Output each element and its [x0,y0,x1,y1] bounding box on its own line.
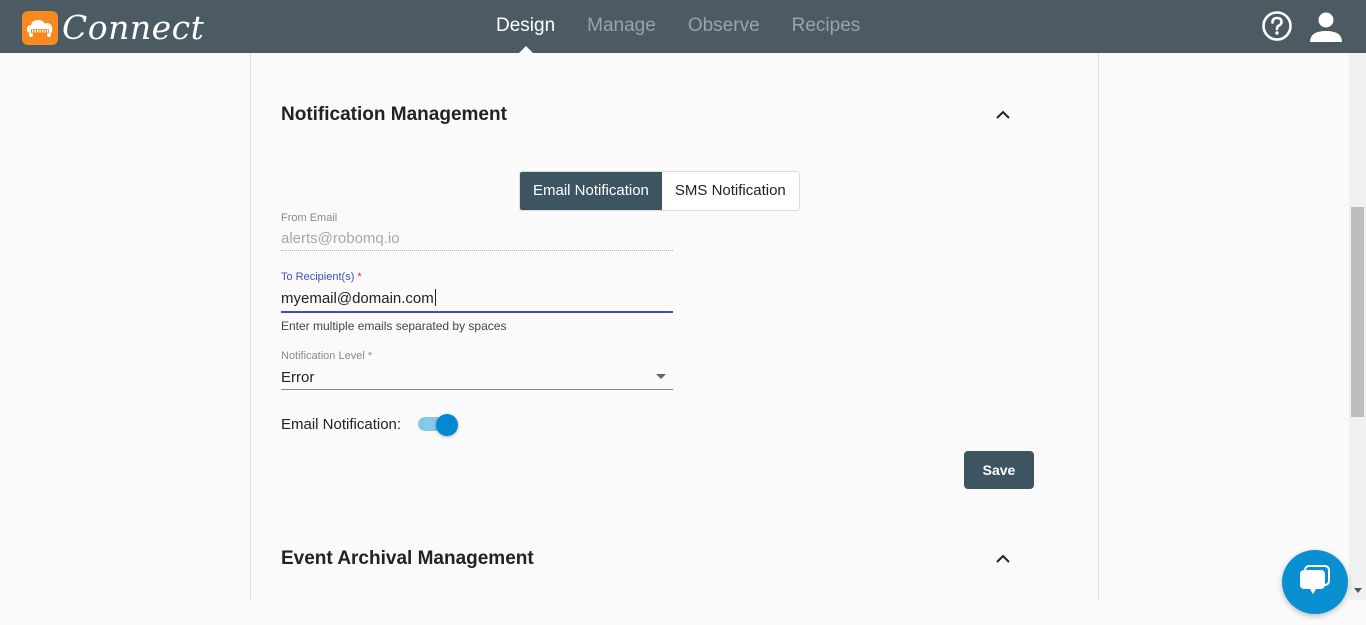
app-name: Connect [62,8,205,47]
user-account-icon[interactable] [1309,10,1343,44]
email-notification-toggle-label: Email Notification: [281,416,402,433]
top-navigation-bar: Connect Design Manage Observe Recipes [0,0,1366,53]
chevron-up-icon[interactable] [993,549,1013,569]
chat-bubbles-icon [1297,563,1333,602]
to-recipients-label: To Recipient(s) * [281,271,362,283]
notification-level-label: Notification Level * [281,350,373,362]
to-recipients-label-text: To Recipient(s) [281,271,355,283]
scroll-down-arrow-icon[interactable] [1354,588,1362,593]
to-recipients-underline [281,311,673,313]
app-logo[interactable]: Connect [22,8,204,47]
nav-tab-recipes[interactable]: Recipes [776,0,877,53]
help-circle-icon[interactable] [1261,10,1293,42]
section-title-event-archival: Event Archival Management [281,548,534,569]
toggle-thumb [436,414,458,436]
email-notification-toggle[interactable] [418,414,458,436]
save-button[interactable]: Save [964,451,1034,489]
nav-tab-manage[interactable]: Manage [571,0,672,53]
from-email-field: alerts@robomq.io [281,230,400,247]
required-mark: * [357,271,362,283]
to-recipients-input[interactable]: myemail@domain.com [281,289,436,307]
notification-type-toggle: Email Notification SMS Notification [519,171,800,211]
chat-widget-button[interactable] [1282,550,1348,614]
tab-email-notification[interactable]: Email Notification [520,172,662,210]
notification-level-underline [281,389,673,390]
from-email-label: From Email [281,212,338,224]
page-scrollbar[interactable] [1349,53,1366,600]
cloud-jeep-logo-icon [22,10,58,45]
active-tab-indicator [518,46,533,53]
text-cursor [434,289,436,306]
to-recipients-value: myemail@domain.com [281,290,434,307]
nav-tab-observe[interactable]: Observe [672,0,776,53]
notification-level-select[interactable]: Error [281,369,314,386]
main-nav: Design Manage Observe Recipes [480,0,876,53]
to-recipients-hint: Enter multiple emails separated by space… [281,319,507,333]
nav-tab-design[interactable]: Design [480,0,571,53]
settings-panel: Notification Management Email Notificati… [250,53,1099,600]
dropdown-arrow-icon[interactable] [656,374,666,379]
section-title-notification: Notification Management [281,104,507,125]
chevron-up-icon[interactable] [993,105,1013,125]
nav-tab-label: Recipes [791,15,861,36]
nav-tab-label: Design [496,15,556,36]
tab-sms-notification[interactable]: SMS Notification [661,172,799,210]
nav-tab-label: Observe [687,15,760,36]
from-email-underline [281,250,673,251]
scrollbar-thumb[interactable] [1351,207,1364,417]
nav-tab-label: Manage [587,15,656,36]
